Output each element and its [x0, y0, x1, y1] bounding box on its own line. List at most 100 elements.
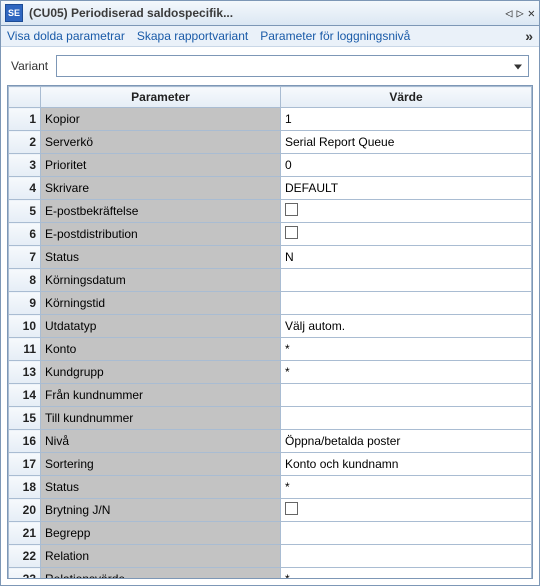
param-value[interactable] — [281, 522, 532, 545]
param-value[interactable]: 0 — [281, 154, 532, 177]
variant-row: Variant — [1, 47, 539, 81]
param-value[interactable] — [281, 269, 532, 292]
table-row: 7StatusN — [9, 246, 532, 269]
menu-logging-level-param[interactable]: Parameter för loggningsnivå — [260, 29, 410, 43]
param-name: Körningstid — [41, 292, 281, 315]
titlebar: SE (CU05) Periodiserad saldospecifik... … — [1, 1, 539, 26]
close-icon[interactable]: ✕ — [528, 6, 535, 20]
table-row: 15Till kundnummer — [9, 407, 532, 430]
menubar: Visa dolda parametrar Skapa rapportvaria… — [1, 26, 539, 47]
param-name: Körningsdatum — [41, 269, 281, 292]
row-number: 4 — [9, 177, 41, 200]
param-value[interactable]: Välj autom. — [281, 315, 532, 338]
param-name: Konto — [41, 338, 281, 361]
param-value[interactable] — [281, 407, 532, 430]
table-row: 18Status* — [9, 476, 532, 499]
table-row: 23Relationsvärde* — [9, 568, 532, 580]
param-value[interactable]: Konto och kundnamn — [281, 453, 532, 476]
header-parameter: Parameter — [41, 87, 281, 108]
menu-create-report-variant[interactable]: Skapa rapportvariant — [137, 29, 248, 43]
table-row: 5E-postbekräftelse — [9, 200, 532, 223]
row-number: 6 — [9, 223, 41, 246]
row-number: 2 — [9, 131, 41, 154]
param-name: Utdatatyp — [41, 315, 281, 338]
param-name: Prioritet — [41, 154, 281, 177]
param-name: Relation — [41, 545, 281, 568]
table-row: 2ServerköSerial Report Queue — [9, 131, 532, 154]
table-row: 4SkrivareDEFAULT — [9, 177, 532, 200]
parameter-table-wrap: Parameter Värde 1Kopior12ServerköSerial … — [7, 85, 533, 579]
param-name: Nivå — [41, 430, 281, 453]
table-row: 20Brytning J/N — [9, 499, 532, 522]
param-name: Brytning J/N — [41, 499, 281, 522]
param-name: Relationsvärde — [41, 568, 281, 580]
header-rownum — [9, 87, 41, 108]
table-row: 10UtdatatypVälj autom. — [9, 315, 532, 338]
param-value[interactable] — [281, 200, 532, 223]
row-number: 22 — [9, 545, 41, 568]
param-value[interactable] — [281, 384, 532, 407]
row-number: 13 — [9, 361, 41, 384]
table-row: 13Kundgrupp* — [9, 361, 532, 384]
param-value[interactable]: * — [281, 568, 532, 580]
param-name: Kopior — [41, 108, 281, 131]
row-number: 20 — [9, 499, 41, 522]
table-row: 3Prioritet0 — [9, 154, 532, 177]
table-row: 11Konto* — [9, 338, 532, 361]
window-nav-icons: ◁ ▷ ✕ — [505, 6, 535, 20]
param-value[interactable]: * — [281, 338, 532, 361]
param-name: Serverkö — [41, 131, 281, 154]
checkbox-icon[interactable] — [285, 502, 298, 515]
row-number: 14 — [9, 384, 41, 407]
param-name: Från kundnummer — [41, 384, 281, 407]
row-number: 15 — [9, 407, 41, 430]
row-number: 3 — [9, 154, 41, 177]
table-row: 6E-postdistribution — [9, 223, 532, 246]
param-name: Skrivare — [41, 177, 281, 200]
table-row: 8Körningsdatum — [9, 269, 532, 292]
row-number: 23 — [9, 568, 41, 580]
table-row: 17SorteringKonto och kundnamn — [9, 453, 532, 476]
param-value[interactable]: * — [281, 361, 532, 384]
window: SE (CU05) Periodiserad saldospecifik... … — [0, 0, 540, 586]
param-value[interactable]: DEFAULT — [281, 177, 532, 200]
row-number: 7 — [9, 246, 41, 269]
param-name: Status — [41, 246, 281, 269]
param-value[interactable] — [281, 292, 532, 315]
menu-show-hidden-params[interactable]: Visa dolda parametrar — [7, 29, 125, 43]
table-row: 22Relation — [9, 545, 532, 568]
param-name: Kundgrupp — [41, 361, 281, 384]
param-value[interactable] — [281, 499, 532, 522]
row-number: 8 — [9, 269, 41, 292]
param-name: E-postdistribution — [41, 223, 281, 246]
parameter-table: Parameter Värde 1Kopior12ServerköSerial … — [8, 86, 532, 579]
checkbox-icon[interactable] — [285, 226, 298, 239]
row-number: 9 — [9, 292, 41, 315]
param-value[interactable]: Serial Report Queue — [281, 131, 532, 154]
param-value[interactable]: Öppna/betalda poster — [281, 430, 532, 453]
nav-prev-icon[interactable]: ◁ — [505, 6, 512, 20]
table-row: 14Från kundnummer — [9, 384, 532, 407]
table-row: 9Körningstid — [9, 292, 532, 315]
param-name: Status — [41, 476, 281, 499]
param-value[interactable]: 1 — [281, 108, 532, 131]
row-number: 10 — [9, 315, 41, 338]
row-number: 17 — [9, 453, 41, 476]
app-icon: SE — [5, 4, 23, 22]
param-value[interactable] — [281, 545, 532, 568]
param-value[interactable] — [281, 223, 532, 246]
row-number: 5 — [9, 200, 41, 223]
checkbox-icon[interactable] — [285, 203, 298, 216]
table-row: 21Begrepp — [9, 522, 532, 545]
param-value[interactable]: * — [281, 476, 532, 499]
row-number: 11 — [9, 338, 41, 361]
nav-next-icon[interactable]: ▷ — [517, 6, 524, 20]
window-title: (CU05) Periodiserad saldospecifik... — [29, 6, 505, 20]
menu-more-icon[interactable]: » — [525, 31, 533, 41]
param-name: Till kundnummer — [41, 407, 281, 430]
row-number: 18 — [9, 476, 41, 499]
param-value[interactable]: N — [281, 246, 532, 269]
param-name: E-postbekräftelse — [41, 200, 281, 223]
variant-label: Variant — [11, 59, 48, 73]
variant-select[interactable] — [56, 55, 529, 77]
